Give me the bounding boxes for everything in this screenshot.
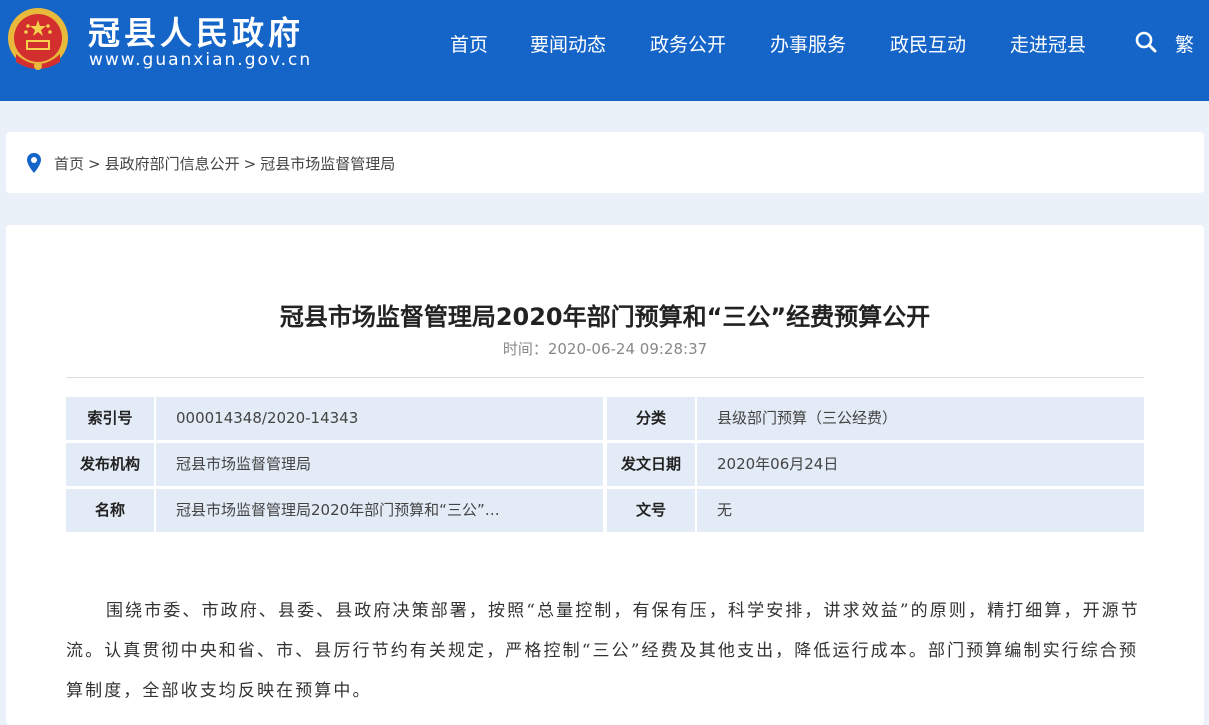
category-label: 分类 — [607, 397, 695, 440]
nav-services[interactable]: 办事服务 — [770, 30, 846, 57]
nav-news[interactable]: 要闻动态 — [530, 30, 606, 57]
site-name[interactable]: 冠县人民政府 — [88, 8, 304, 54]
breadcrumb-trail: 首页 > 县政府部门信息公开 > 冠县市场监督管理局 — [54, 153, 395, 174]
article-card: 冠县市场监督管理局2020年部门预算和“三公”经费预算公开 时间：2020-06… — [6, 225, 1204, 725]
document-number-value: 无 — [697, 489, 1144, 532]
article-time: 时间：2020-06-24 09:28:37 — [6, 338, 1204, 359]
breadcrumb-separator: > — [88, 155, 101, 173]
breadcrumb-market-bureau[interactable]: 冠县市场监督管理局 — [260, 155, 395, 173]
issue-date-value: 2020年06月24日 — [697, 443, 1144, 486]
category-value: 县级部门预算（三公经费） — [697, 397, 1144, 440]
site-header: 冠县人民政府 www.guanxian.gov.cn 首页 要闻动态 政务公开 … — [0, 0, 1209, 101]
breadcrumb-separator: > — [243, 155, 257, 173]
time-value: 2020-06-24 09:28:37 — [547, 340, 708, 358]
location-pin-icon — [27, 153, 41, 173]
article-title: 冠县市场监督管理局2020年部门预算和“三公”经费预算公开 — [279, 303, 931, 331]
index-number-label: 索引号 — [66, 397, 154, 440]
divider — [66, 377, 1144, 378]
index-number-value: 000014348/2020-14343 — [156, 397, 603, 440]
nav-government-affairs[interactable]: 政务公开 — [650, 30, 726, 57]
table-row: 名称 冠县市场监督管理局2020年部门预算和“三公”… 文号 无 — [66, 489, 1144, 532]
nav-interaction[interactable]: 政民互动 — [890, 30, 966, 57]
name-value: 冠县市场监督管理局2020年部门预算和“三公”… — [156, 489, 603, 532]
publisher-label: 发布机构 — [66, 443, 154, 486]
table-row: 索引号 000014348/2020-14343 分类 县级部门预算（三公经费） — [66, 397, 1144, 440]
breadcrumb-home[interactable]: 首页 — [54, 155, 84, 173]
table-row: 发布机构 冠县市场监督管理局 发文日期 2020年06月24日 — [66, 443, 1144, 486]
traditional-chinese-toggle[interactable]: 繁 — [1175, 30, 1194, 57]
breadcrumb: 首页 > 县政府部门信息公开 > 冠县市场监督管理局 — [6, 132, 1204, 193]
time-label: 时间： — [502, 340, 548, 358]
publisher-value: 冠县市场监督管理局 — [156, 443, 603, 486]
national-emblem-icon — [8, 8, 68, 70]
nav-about[interactable]: 走进冠县 — [1010, 30, 1086, 57]
nav-home[interactable]: 首页 — [450, 30, 488, 57]
document-number-label: 文号 — [607, 489, 695, 532]
breadcrumb-dept-info[interactable]: 县政府部门信息公开 — [105, 155, 240, 173]
search-icon[interactable] — [1134, 30, 1158, 54]
issue-date-label: 发文日期 — [607, 443, 695, 486]
name-label: 名称 — [66, 489, 154, 532]
site-url[interactable]: www.guanxian.gov.cn — [89, 50, 312, 70]
article-body: 围绕市委、市政府、县委、县政府决策部署，按照“总量控制，有保有压，科学安排，讲求… — [66, 601, 1140, 701]
